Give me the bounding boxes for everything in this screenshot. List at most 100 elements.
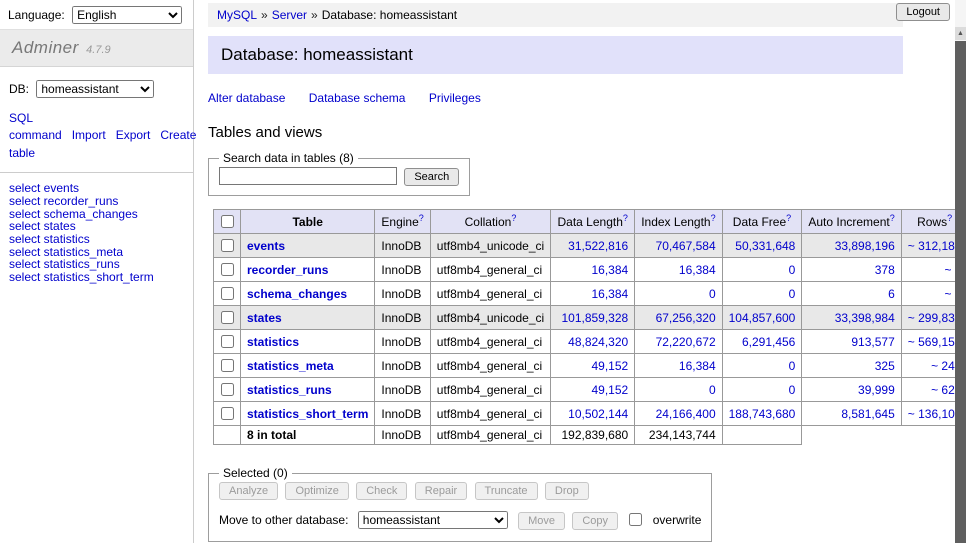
auto-increment-link[interactable]: 378 <box>875 263 895 277</box>
engine-cell: InnoDB <box>375 234 430 258</box>
help-icon[interactable]: ? <box>623 213 628 223</box>
help-icon[interactable]: ? <box>786 213 791 223</box>
data-length-link[interactable]: 16,384 <box>592 287 629 301</box>
table-name-link[interactable]: statistics <box>247 335 299 349</box>
rows-link[interactable]: ~ 569,159 <box>908 335 955 349</box>
help-icon[interactable]: ? <box>947 213 952 223</box>
move-button[interactable]: Move <box>518 512 565 530</box>
table-row: statistics InnoDB utf8mb4_general_ci 48,… <box>214 330 956 354</box>
move-db-select[interactable]: homeassistant <box>358 511 508 529</box>
sidebar: Language: English Adminer 4.7.9 DB: home… <box>0 0 194 543</box>
rows-link[interactable]: ~ 312,180 <box>908 239 955 253</box>
index-length-link[interactable]: 0 <box>709 287 716 301</box>
breadcrumb-server-link[interactable]: Server <box>272 8 307 22</box>
data-free-link[interactable]: 0 <box>789 383 796 397</box>
repair-button[interactable]: Repair <box>415 482 467 500</box>
copy-button[interactable]: Copy <box>572 512 618 530</box>
search-button[interactable]: Search <box>404 168 459 186</box>
row-checkbox[interactable] <box>221 407 234 420</box>
rows-link[interactable]: ~ 299,833 <box>908 311 955 325</box>
data-length-link[interactable]: 16,384 <box>592 263 629 277</box>
auto-increment-link[interactable]: 33,398,984 <box>835 311 895 325</box>
auto-increment-link[interactable]: 913,577 <box>851 335 894 349</box>
index-length-link[interactable]: 16,384 <box>679 359 716 373</box>
sidebar-table-link-events[interactable]: select events <box>9 182 184 195</box>
help-icon[interactable]: ? <box>511 213 516 223</box>
optimize-button[interactable]: Optimize <box>285 482 348 500</box>
table-name-link[interactable]: recorder_runs <box>247 263 328 277</box>
analyze-button[interactable]: Analyze <box>219 482 278 500</box>
index-length-link[interactable]: 0 <box>709 383 716 397</box>
row-checkbox[interactable] <box>221 311 234 324</box>
table-name-link[interactable]: events <box>247 239 285 253</box>
index-length-link[interactable]: 24,166,400 <box>656 407 716 421</box>
data-free-link[interactable]: 104,857,600 <box>729 311 796 325</box>
data-free-link[interactable]: 0 <box>789 287 796 301</box>
row-checkbox[interactable] <box>221 287 234 300</box>
db-select[interactable]: homeassistant <box>36 80 154 98</box>
truncate-button[interactable]: Truncate <box>475 482 538 500</box>
row-checkbox[interactable] <box>221 359 234 372</box>
data-length-link[interactable]: 48,824,320 <box>568 335 628 349</box>
row-checkbox[interactable] <box>221 239 234 252</box>
scrollbar-thumb[interactable] <box>955 41 966 543</box>
scrollbar-track[interactable]: ▲ <box>955 0 966 543</box>
auto-increment-link[interactable]: 6 <box>888 287 895 301</box>
alter-database-link[interactable]: Alter database <box>208 91 285 105</box>
export-link[interactable]: Export <box>116 128 151 142</box>
row-checkbox[interactable] <box>221 263 234 276</box>
logout-button[interactable]: Logout <box>896 3 950 21</box>
auto-increment-link[interactable]: 325 <box>875 359 895 373</box>
select-all-checkbox[interactable] <box>221 215 234 228</box>
rows-link[interactable]: ~ 244 <box>931 359 955 373</box>
sql-command-link[interactable]: SQL command <box>9 111 62 142</box>
help-icon[interactable]: ? <box>711 213 716 223</box>
data-length-link[interactable]: 101,859,328 <box>561 311 628 325</box>
data-length-link[interactable]: 49,152 <box>592 383 629 397</box>
table-name-link[interactable]: statistics_short_term <box>247 407 368 421</box>
table-row: statistics_runs InnoDB utf8mb4_general_c… <box>214 378 956 402</box>
main-content: MySQL»Server»Database: homeassistant Log… <box>195 0 955 543</box>
database-schema-link[interactable]: Database schema <box>309 91 406 105</box>
drop-button[interactable]: Drop <box>545 482 589 500</box>
sidebar-table-link-statistics-short-term[interactable]: select statistics_short_term <box>9 271 184 284</box>
sidebar-table-link-recorder-runs[interactable]: select recorder_runs <box>9 195 184 208</box>
data-free-link[interactable]: 0 <box>789 359 796 373</box>
auto-increment-link[interactable]: 8,581,645 <box>841 407 894 421</box>
rows-link[interactable]: ~ 3 <box>944 287 955 301</box>
auto-increment-link[interactable]: 39,999 <box>858 383 895 397</box>
check-button[interactable]: Check <box>356 482 407 500</box>
breadcrumb-mysql-link[interactable]: MySQL <box>217 8 257 22</box>
table-name-link[interactable]: statistics_runs <box>247 383 332 397</box>
index-length-link[interactable]: 67,256,320 <box>656 311 716 325</box>
rows-link[interactable]: ~ 5 <box>944 263 955 277</box>
sidebar-table-link-statistics[interactable]: select statistics <box>9 233 184 246</box>
data-length-link[interactable]: 49,152 <box>592 359 629 373</box>
index-length-link[interactable]: 72,220,672 <box>656 335 716 349</box>
auto-increment-link[interactable]: 33,898,196 <box>835 239 895 253</box>
rows-link[interactable]: ~ 136,108 <box>908 407 955 421</box>
row-checkbox[interactable] <box>221 383 234 396</box>
table-name-link[interactable]: states <box>247 311 282 325</box>
import-link[interactable]: Import <box>72 128 106 142</box>
data-free-link[interactable]: 50,331,648 <box>735 239 795 253</box>
index-length-link[interactable]: 70,467,584 <box>656 239 716 253</box>
index-length-link[interactable]: 16,384 <box>679 263 716 277</box>
table-name-link[interactable]: statistics_meta <box>247 359 334 373</box>
data-length-link[interactable]: 10,502,144 <box>568 407 628 421</box>
search-input[interactable] <box>219 167 397 185</box>
help-icon[interactable]: ? <box>890 213 895 223</box>
collation-cell: utf8mb4_general_ci <box>430 258 550 282</box>
row-checkbox[interactable] <box>221 335 234 348</box>
data-free-link[interactable]: 188,743,680 <box>729 407 796 421</box>
data-free-link[interactable]: 6,291,456 <box>742 335 795 349</box>
scrollbar-up-arrow-icon[interactable]: ▲ <box>955 27 966 40</box>
overwrite-checkbox[interactable] <box>629 513 642 526</box>
privileges-link[interactable]: Privileges <box>429 91 481 105</box>
table-name-link[interactable]: schema_changes <box>247 287 347 301</box>
language-select[interactable]: English <box>72 6 182 24</box>
rows-link[interactable]: ~ 628 <box>931 383 955 397</box>
help-icon[interactable]: ? <box>419 213 424 223</box>
data-length-link[interactable]: 31,522,816 <box>568 239 628 253</box>
data-free-link[interactable]: 0 <box>789 263 796 277</box>
